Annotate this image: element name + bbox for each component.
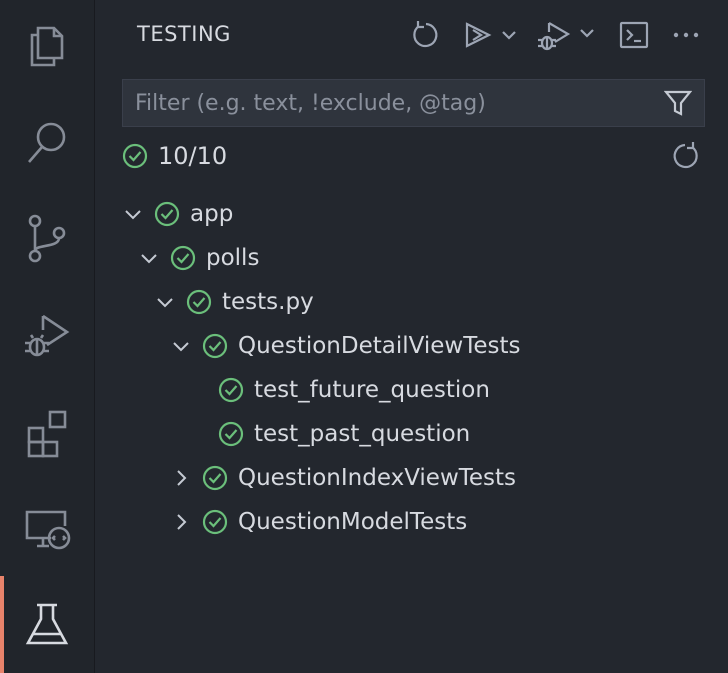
activity-remote-explorer[interactable]	[0, 492, 94, 564]
tree-item[interactable]: QuestionIndexViewTests	[95, 456, 728, 500]
tree-item[interactable]: QuestionModelTests	[95, 500, 728, 544]
tree-item-label: QuestionIndexViewTests	[238, 465, 517, 491]
run-tests-icon	[465, 22, 516, 48]
tree-item[interactable]: tests.py	[95, 280, 728, 324]
passed-check-icon	[122, 143, 148, 169]
activity-source-control[interactable]	[0, 202, 94, 274]
run-and-debug-icon	[25, 314, 70, 357]
activity-bar	[0, 0, 95, 673]
sidebar-header: TESTING	[95, 0, 728, 70]
debug-tests-button[interactable]	[535, 17, 599, 53]
chevron-down-icon[interactable]	[138, 247, 160, 269]
open-terminal-button[interactable]	[617, 17, 651, 53]
tree-item[interactable]: QuestionDetailViewTests	[95, 324, 728, 368]
vscode-window: TESTING Filter (e.g. text, !exclude, @ta…	[0, 0, 728, 673]
testing-sidebar: TESTING Filter (e.g. text, !exclude, @ta…	[95, 0, 728, 673]
passed-check-icon	[218, 421, 244, 447]
more-actions-button[interactable]	[669, 17, 703, 53]
activity-testing[interactable]	[0, 576, 94, 673]
run-tests-button[interactable]	[461, 17, 521, 53]
extensions-icon	[27, 410, 67, 458]
tree-item-label: app	[190, 201, 234, 227]
test-filter-input[interactable]	[123, 80, 653, 126]
passed-check-icon	[202, 333, 228, 359]
chevron-right-icon[interactable]	[170, 467, 192, 489]
activity-run-debug[interactable]	[0, 298, 94, 370]
tree-item-label: test_future_question	[254, 377, 490, 403]
tree-item-label: QuestionModelTests	[238, 509, 468, 535]
test-summary: 10/10	[122, 139, 227, 173]
passed-check-icon	[202, 509, 228, 535]
tree-item[interactable]: polls	[95, 236, 728, 280]
activity-search[interactable]	[0, 106, 94, 178]
debug-tests-icon	[538, 22, 594, 51]
rerun-all-button[interactable]	[670, 141, 700, 175]
tree-item-label: polls	[206, 245, 260, 271]
terminal-icon	[619, 21, 649, 49]
filter-funnel-icon[interactable]	[664, 89, 692, 117]
tree-item[interactable]: app	[95, 192, 728, 236]
refresh-tests-button[interactable]	[408, 17, 444, 53]
explorer-icon	[30, 26, 64, 67]
tree-item[interactable]: test_future_question	[95, 368, 728, 412]
passed-check-icon	[202, 465, 228, 491]
test-count: 10/10	[158, 142, 228, 170]
passed-check-icon	[218, 377, 244, 403]
test-filter-box	[122, 79, 705, 127]
tree-item[interactable]: test_past_question	[95, 412, 728, 456]
refresh-tests-icon	[413, 21, 438, 48]
passed-check-icon	[154, 201, 180, 227]
testing-flask-icon	[25, 603, 69, 644]
search-icon	[28, 122, 66, 163]
activity-extensions[interactable]	[0, 396, 94, 468]
tree-item-label: tests.py	[222, 289, 314, 315]
chevron-down-icon[interactable]	[154, 291, 176, 313]
sidebar-title: TESTING	[137, 22, 231, 46]
activity-explorer[interactable]	[0, 10, 94, 82]
passed-check-icon	[186, 289, 212, 315]
tree-item-label: test_past_question	[254, 421, 471, 447]
passed-check-icon	[170, 245, 196, 271]
refresh-icon	[673, 142, 698, 169]
more-actions-icon	[673, 32, 699, 38]
remote-explorer-icon	[25, 510, 71, 550]
chevron-right-icon[interactable]	[170, 511, 192, 533]
chevron-down-icon[interactable]	[122, 203, 144, 225]
tree-item-label: QuestionDetailViewTests	[238, 333, 521, 359]
source-control-icon	[28, 214, 66, 263]
chevron-down-icon[interactable]	[170, 335, 192, 357]
